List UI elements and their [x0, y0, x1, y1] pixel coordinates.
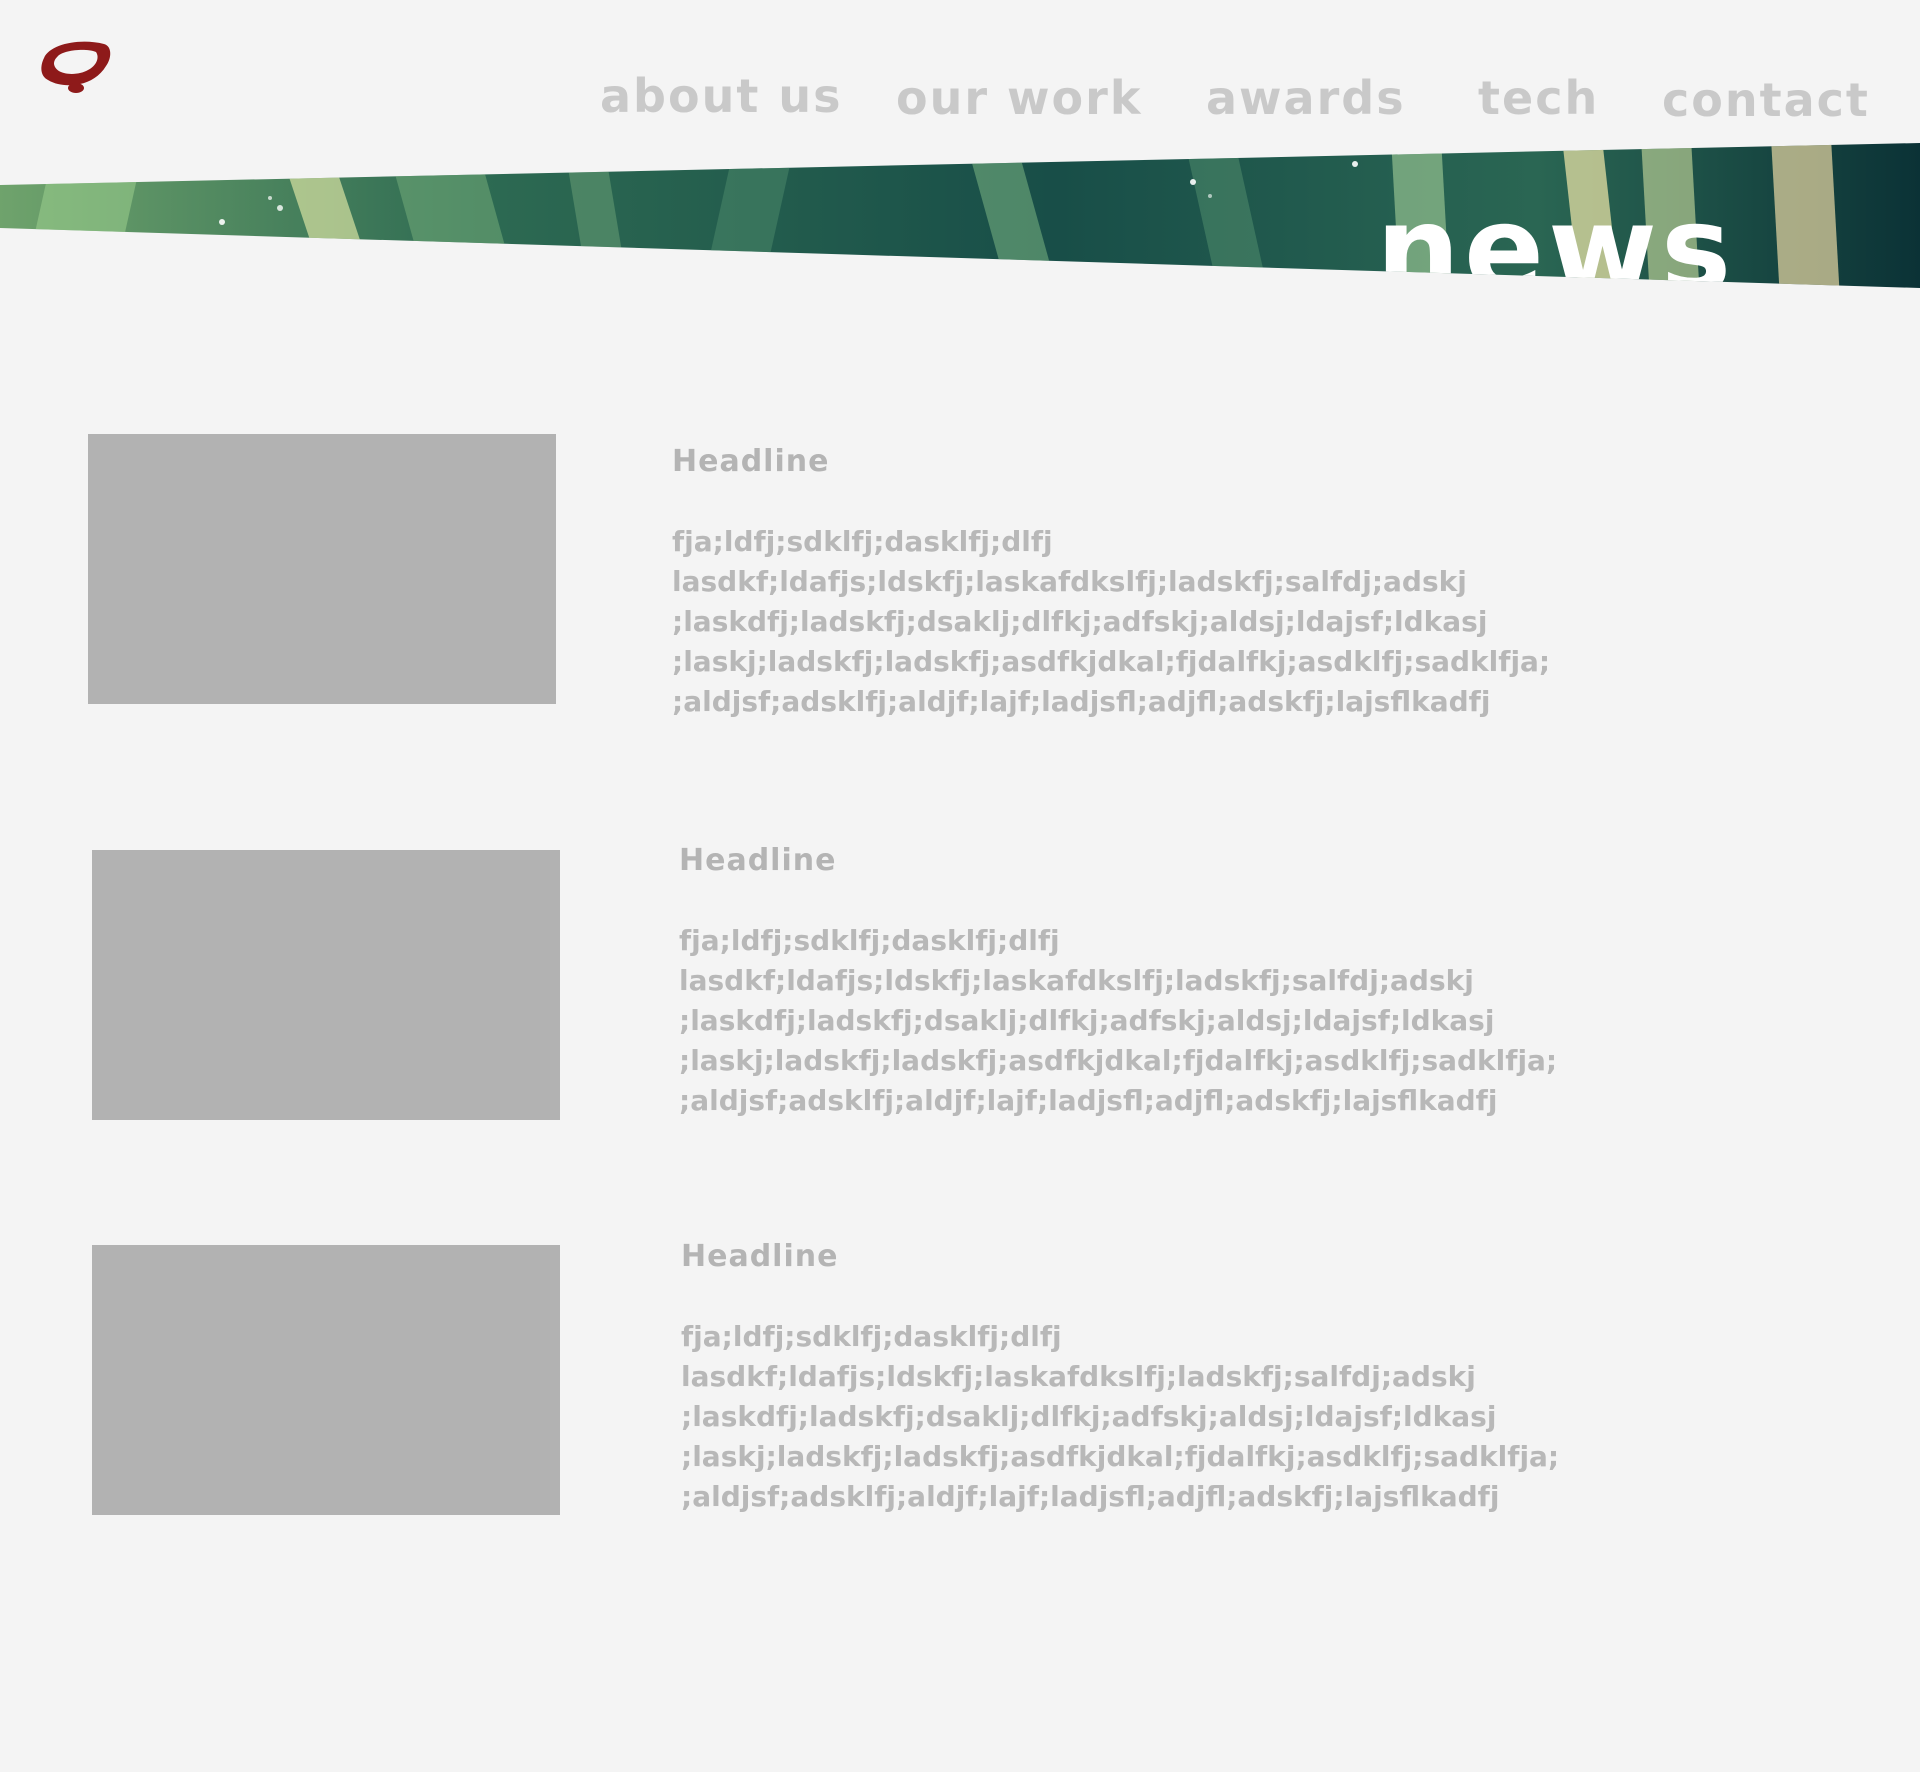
news-thumbnail[interactable]	[88, 434, 556, 704]
news-body-line: fja;ldfj;sdklfj;dasklfj;dlfj	[681, 1320, 1062, 1353]
news-body-line: ;laskdfj;ladskfj;dsaklj;dlfkj;adfskj;ald…	[679, 1004, 1495, 1037]
news-body-line: fja;ldfj;sdklfj;dasklfj;dlfj	[672, 525, 1053, 558]
news-body-line: ;aldjsf;adsklfj;aldjf;lajf;ladjsfl;adjfl…	[672, 685, 1491, 718]
news-body-line: lasdkf;ldafjs;ldskfj;laskafdkslfj;ladskf…	[681, 1360, 1476, 1393]
news-body: fja;ldfj;sdklfj;dasklfj;dlfj lasdkf;ldaf…	[679, 921, 1557, 1121]
news-body-line: ;aldjsf;adsklfj;aldjf;lajf;ladjsfl;adjfl…	[679, 1084, 1498, 1117]
news-body-line: lasdkf;ldafjs;ldskfj;laskafdkslfj;ladskf…	[672, 565, 1467, 598]
news-body-line: ;laskj;ladskfj;ladskfj;asdfkjdkal;fjdalf…	[672, 645, 1551, 678]
nav-about-us[interactable]: about us	[600, 68, 842, 124]
news-banner: news	[0, 143, 1920, 300]
news-headline[interactable]: Headline	[679, 843, 836, 878]
news-headline[interactable]: Headline	[672, 444, 829, 479]
news-body-line: ;laskj;ladskfj;ladskfj;asdfkjdkal;fjdalf…	[681, 1440, 1560, 1473]
news-thumbnail[interactable]	[92, 850, 560, 1120]
news-body: fja;ldfj;sdklfj;dasklfj;dlfj lasdkf;ldaf…	[672, 522, 1550, 722]
nav-contact[interactable]: contact	[1662, 72, 1870, 128]
news-body-line: ;laskdfj;ladskfj;dsaklj;dlfkj;adfskj;ald…	[672, 605, 1488, 638]
news-body-line: lasdkf;ldafjs;ldskfj;laskafdkslfj;ladskf…	[679, 964, 1474, 997]
news-item: Headline fja;ldfj;sdklfj;dasklfj;dlfj la…	[0, 1239, 1920, 1545]
nav-tech[interactable]: tech	[1478, 70, 1599, 126]
news-item: Headline fja;ldfj;sdklfj;dasklfj;dlfj la…	[0, 843, 1920, 1150]
news-body-line: fja;ldfj;sdklfj;dasklfj;dlfj	[679, 924, 1060, 957]
news-body: fja;ldfj;sdklfj;dasklfj;dlfj lasdkf;ldaf…	[681, 1317, 1559, 1517]
nav-our-work[interactable]: our work	[896, 70, 1142, 126]
news-body-line: ;laskj;ladskfj;ladskfj;asdfkjdkal;fjdalf…	[679, 1044, 1558, 1077]
news-thumbnail[interactable]	[92, 1245, 560, 1515]
news-item: Headline fja;ldfj;sdklfj;dasklfj;dlfj la…	[0, 434, 1920, 734]
news-page: news about us our work awards tech conta…	[0, 0, 1920, 1772]
banner-title: news	[1376, 180, 1735, 300]
nav-awards[interactable]: awards	[1206, 70, 1406, 126]
news-body-line: ;laskdfj;ladskfj;dsaklj;dlfkj;adfskj;ald…	[681, 1400, 1497, 1433]
main-nav: about us our work awards tech contact	[0, 68, 1920, 128]
news-headline[interactable]: Headline	[681, 1239, 838, 1274]
news-body-line: ;aldjsf;adsklfj;aldjf;lajf;ladjsfl;adjfl…	[681, 1480, 1500, 1513]
